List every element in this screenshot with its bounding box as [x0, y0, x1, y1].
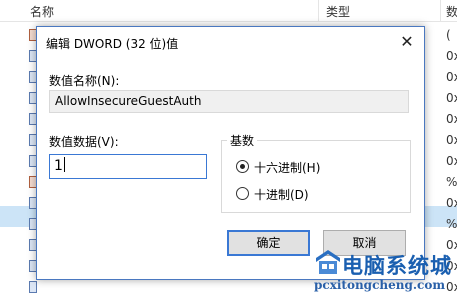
row-data-value: % — [446, 217, 457, 231]
base-groupbox — [221, 140, 411, 213]
binary-value-icon — [29, 281, 37, 293]
value-data-label: 数值数据(V): — [49, 135, 119, 149]
radio-decimal-label[interactable]: 十进制(D) — [254, 186, 309, 203]
row-data-value: 0x — [446, 112, 457, 126]
watermark-url: pcxitongcheng.com — [314, 278, 446, 292]
row-data-value: 0x — [446, 70, 457, 84]
close-icon[interactable]: ✕ — [396, 32, 418, 52]
row-data-value: ( — [446, 28, 451, 42]
ok-button[interactable]: 确定 — [227, 230, 310, 256]
row-data-value: % — [446, 175, 457, 189]
row-data-value: 0x — [446, 196, 457, 210]
text-caret — [63, 157, 65, 172]
radio-decimal[interactable] — [236, 187, 249, 200]
value-data-text: 1 — [54, 158, 63, 174]
edit-dword-dialog: 编辑 DWORD (32 位)值 ✕ 数值名称(N): AllowInsecur… — [36, 26, 425, 280]
list-header: 名称 类型 数 — [0, 0, 457, 22]
column-header-type[interactable]: 类型 — [326, 3, 350, 20]
value-name-label: 数值名称(N): — [49, 74, 120, 88]
radio-hex-label[interactable]: 十六进制(H) — [254, 159, 320, 176]
watermark: 电脑系统城 pcxitongcheng.com — [314, 248, 457, 296]
radio-hex[interactable] — [236, 160, 249, 173]
column-separator[interactable] — [440, 0, 441, 22]
column-header-name[interactable]: 名称 — [30, 3, 54, 20]
row-data-value: 0x — [446, 133, 457, 147]
column-separator[interactable] — [318, 0, 319, 22]
value-data-input[interactable]: 1 — [49, 154, 207, 179]
base-group-label: 基数 — [227, 132, 258, 149]
row-data-value: 0x — [446, 49, 457, 63]
row-data-value: 0x — [446, 154, 457, 168]
dialog-title: 编辑 DWORD (32 位)值 — [46, 37, 179, 51]
row-data-value: 0x — [446, 91, 457, 105]
column-header-data[interactable]: 数 — [446, 3, 457, 20]
watermark-title: 电脑系统城 — [342, 254, 452, 278]
dialog-title-bar[interactable]: 编辑 DWORD (32 位)值 ✕ — [37, 27, 424, 57]
watermark-logo-icon — [316, 250, 340, 274]
value-name-field[interactable]: AllowInsecureGuestAuth — [49, 90, 409, 113]
